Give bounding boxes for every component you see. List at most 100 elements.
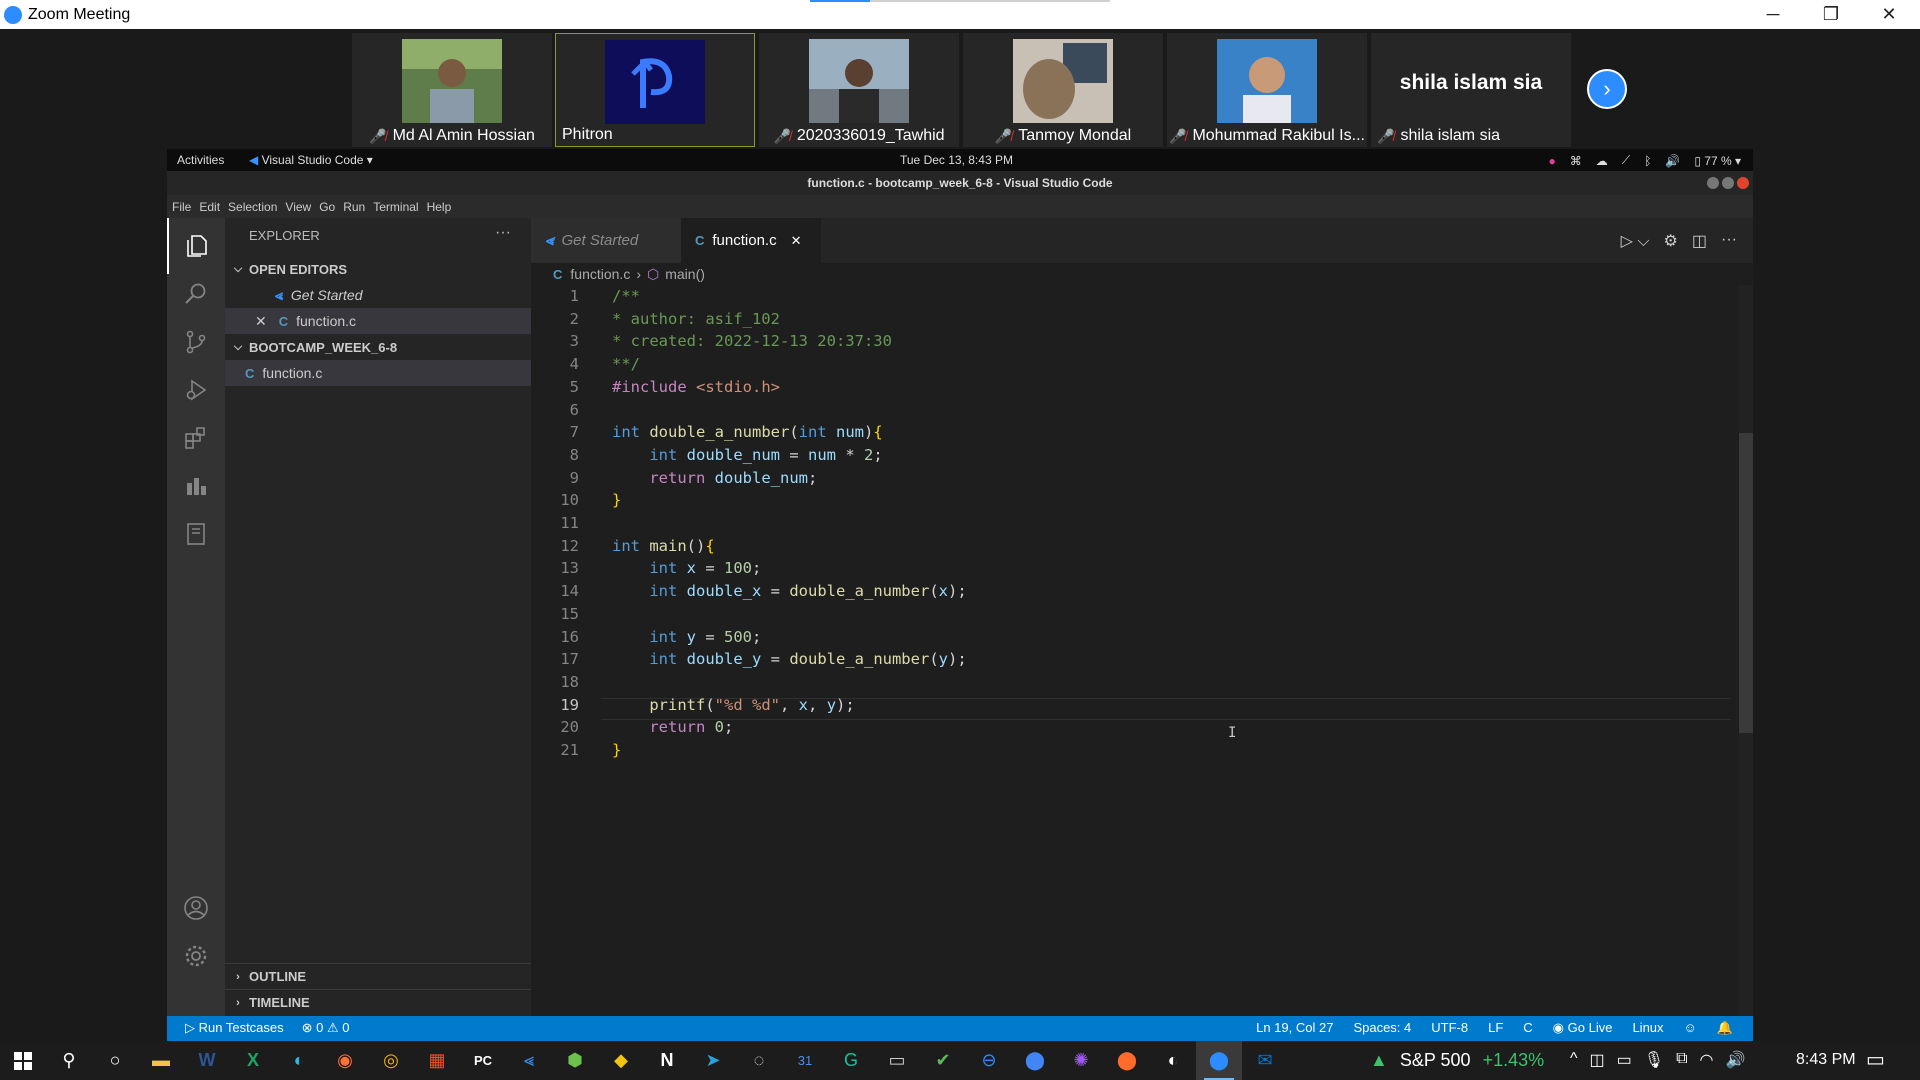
pycharm-icon[interactable]: PC [460,1041,506,1080]
chrome-icon[interactable]: ◎ [368,1041,414,1080]
more-actions-icon[interactable]: ··· [495,224,511,242]
wifi-icon[interactable]: ◠ [1700,1050,1714,1070]
code-line[interactable]: #include <stdio.h> [612,378,780,396]
telegram-icon[interactable]: ➤ [690,1041,736,1080]
participant-tile[interactable]: 🎤̸ 2020336019_Tawhid [759,33,959,147]
notion-icon[interactable]: N [644,1041,690,1080]
code-line[interactable]: * author: asif_102 [612,310,780,328]
code-line[interactable]: } [612,491,621,509]
scrollbar-thumb[interactable] [1739,433,1753,733]
open-editors-section[interactable]: ⌵ OPEN EDITORS [225,256,531,282]
close-dot[interactable] [1737,177,1749,189]
signal-icon[interactable]: ⟋ [1622,153,1630,168]
go-live-button[interactable]: ◉ Go Live [1553,1020,1613,1036]
network-icon[interactable]: ⌘ [1570,154,1582,168]
menu-selection[interactable]: Selection [228,200,277,214]
action-center-icon[interactable]: ▭ [1866,1047,1885,1072]
taskbar-clock[interactable]: 8:43 PM [1796,1051,1856,1069]
tab-get-started[interactable]: ⪡ Get Started [531,218,681,263]
close-tab-icon[interactable]: ✕ [791,233,802,249]
settings-gear-icon[interactable]: ⚙ [1664,231,1678,251]
microphone-icon[interactable]: 🎙 [1644,1050,1664,1070]
remote-os[interactable]: Linux [1632,1020,1663,1036]
code-line[interactable]: int double_num = num * 2; [612,446,882,464]
cloud-icon[interactable]: ☁ [1596,154,1608,168]
teamviewer-icon[interactable]: ⊖ [966,1041,1012,1080]
app-menu[interactable]: ◀ Visual Studio Code ▾ [249,153,373,167]
grammarly-icon[interactable]: G [828,1041,874,1080]
app-icon[interactable]: ◐ [1150,1041,1196,1080]
feedback-icon[interactable]: ☺ [1684,1020,1697,1036]
outline-section[interactable]: › OUTLINE [225,963,531,989]
meet-now-icon[interactable]: ◫ [1590,1050,1605,1070]
mail-icon[interactable]: ✉ [1242,1041,1288,1080]
split-editor-icon[interactable]: ◫ [1692,231,1707,251]
indentation[interactable]: Spaces: 4 [1353,1020,1411,1036]
more-actions-icon[interactable]: ··· [1721,231,1737,251]
code-line[interactable]: printf("%d %d", x, y); [612,696,854,714]
open-editor-item[interactable]: ✕ Cfunction.c [225,308,531,334]
battery-icon[interactable]: ▭ [1617,1050,1632,1070]
zoom-icon[interactable]: ⬤ [1196,1041,1242,1080]
menu-terminal[interactable]: Terminal [373,200,418,214]
code-line[interactable]: /** [612,287,640,305]
volume-icon[interactable]: 🔊 [1665,154,1680,168]
calendar-icon[interactable]: 31 [782,1041,828,1080]
show-hidden-icons-icon[interactable]: ^ [1570,1050,1578,1070]
battery-indicator[interactable]: ▯ 77 % ▾ [1694,154,1741,168]
activities-button[interactable]: Activities [177,153,224,167]
notifications-bell-icon[interactable]: 🔔 [1717,1020,1733,1036]
language-mode[interactable]: C [1523,1020,1532,1036]
word-icon[interactable]: W [184,1041,230,1080]
settings-gear-icon[interactable] [167,928,225,984]
bluetooth-icon[interactable]: ᛒ [1644,154,1651,168]
code-line[interactable]: int x = 100; [612,559,761,577]
close-button[interactable]: ✕ [1860,0,1918,29]
participant-tile[interactable]: Phitron [555,33,755,147]
breadcrumb-file[interactable]: function.c [570,266,630,282]
maximize-dot[interactable] [1722,177,1734,189]
volume-icon[interactable]: 🔊 [1725,1050,1745,1070]
code-line[interactable]: **/ [612,355,640,373]
firefox-icon[interactable]: ◉ [322,1041,368,1080]
file-item[interactable]: Cfunction.c [225,360,531,386]
color-picker-icon[interactable]: ● [1549,154,1556,168]
menu-go[interactable]: Go [319,200,335,214]
cursor-position[interactable]: Ln 19, Col 27 [1256,1020,1333,1036]
excel-icon[interactable]: X [230,1041,276,1080]
minimize-dot[interactable] [1707,177,1719,189]
app-icon[interactable]: ◌ [736,1041,782,1080]
nodejs-icon[interactable]: ⬢ [552,1041,598,1080]
code-line[interactable]: int double_y = double_a_number(y); [612,650,966,668]
menu-file[interactable]: File [172,200,191,214]
participant-tile[interactable]: 🎤̸ Tanmoy Mondal [963,33,1163,147]
git-icon[interactable]: ◆ [598,1041,644,1080]
code-line[interactable]: int main(){ [612,537,715,555]
participant-tile[interactable]: shila islam sia 🎤̸ shila islam sia [1371,33,1571,147]
minimize-button[interactable]: ─ [1744,0,1802,29]
end-of-line[interactable]: LF [1488,1020,1503,1036]
app-icon[interactable]: ⬤ [1104,1041,1150,1080]
code-line[interactable]: return double_num; [612,469,817,487]
encoding[interactable]: UTF-8 [1431,1020,1468,1036]
start-windows-icon[interactable] [0,1041,46,1080]
participant-tile[interactable]: 🎤̸ Mohummad Rakibul Is... [1167,33,1367,147]
menu-view[interactable]: View [285,200,311,214]
problems-indicator[interactable]: ⊗ 0 ⚠ 0 [302,1020,350,1036]
run-icon[interactable]: ▷ ⌵ [1621,231,1650,251]
code-line[interactable]: return 0; [612,718,733,736]
open-editor-item[interactable]: ⪡ Get Started [225,282,531,308]
edge-icon[interactable]: ◐ [276,1041,322,1080]
code-line[interactable]: int y = 500; [612,628,761,646]
cortana-icon[interactable]: ○ [92,1041,138,1080]
timeline-section[interactable]: › TIMELINE [225,989,531,1015]
code-line[interactable]: int double_x = double_a_number(x); [612,582,966,600]
notebook-icon[interactable] [167,506,225,562]
stock-widget[interactable]: ▲ S&P 500 +1.43% [1370,1050,1544,1071]
code-line[interactable]: * created: 2022-12-13 20:37:30 [612,332,892,350]
store-icon[interactable]: ▦ [414,1041,460,1080]
breadcrumb-symbol[interactable]: main() [665,266,705,282]
folder-section[interactable]: ⌵ BOOTCAMP_WEEK_6-8 [225,334,531,360]
file-explorer-icon[interactable]: ▬ [138,1041,184,1080]
code-editor[interactable]: 1 /** 2 * author: asif_102 3 * created: 2022-… [531,285,1753,1016]
